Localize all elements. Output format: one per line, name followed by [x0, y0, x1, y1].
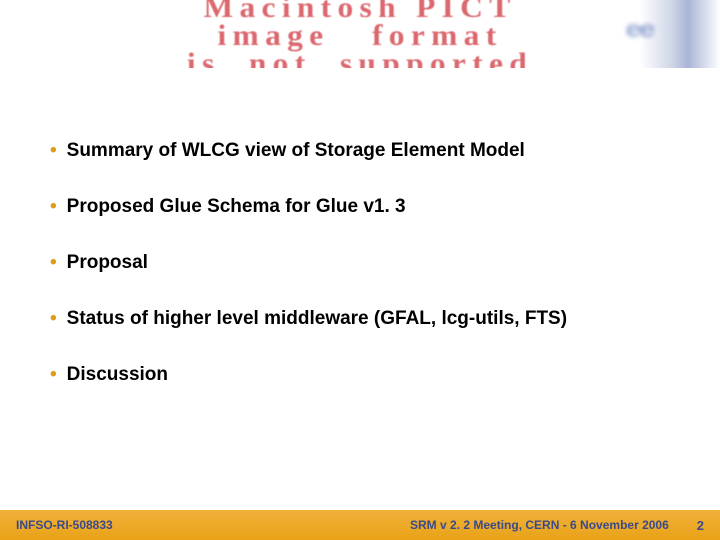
bullet-label: Discussion: [67, 364, 168, 386]
footer-bar: INFSO-RI-508833 SRM v 2. 2 Meeting, CERN…: [0, 510, 720, 540]
bullet-label: Proposed Glue Schema for Glue v1. 3: [67, 196, 406, 218]
bullet-label: Proposal: [67, 252, 148, 274]
banner-text: Macintosh PICT image format is not suppo…: [0, 0, 720, 68]
bullet-list: • Summary of WLCG view of Storage Elemen…: [50, 140, 670, 420]
banner-image-placeholder: Macintosh PICT image format is not suppo…: [0, 0, 720, 68]
bullet-item: • Summary of WLCG view of Storage Elemen…: [50, 140, 670, 162]
bullet-dot-icon: •: [50, 252, 57, 274]
footer-center-text: SRM v 2. 2 Meeting, CERN - 6 November 20…: [410, 518, 697, 532]
bullet-label: Status of higher level middleware (GFAL,…: [67, 308, 567, 330]
bullet-item: • Proposal: [50, 252, 670, 274]
bullet-dot-icon: •: [50, 364, 57, 386]
bullet-dot-icon: •: [50, 140, 57, 162]
footer-page-number: 2: [697, 518, 720, 533]
banner-logo-smudge: ee: [626, 16, 703, 48]
banner-line3: is not supported: [187, 47, 533, 68]
bullet-dot-icon: •: [50, 196, 57, 218]
footer-left-text: INFSO-RI-508833: [0, 518, 113, 532]
bullet-item: • Discussion: [50, 364, 670, 386]
bullet-dot-icon: •: [50, 308, 57, 330]
bullet-item: • Status of higher level middleware (GFA…: [50, 308, 670, 330]
bullet-label: Summary of WLCG view of Storage Element …: [67, 140, 525, 162]
bullet-item: • Proposed Glue Schema for Glue v1. 3: [50, 196, 670, 218]
